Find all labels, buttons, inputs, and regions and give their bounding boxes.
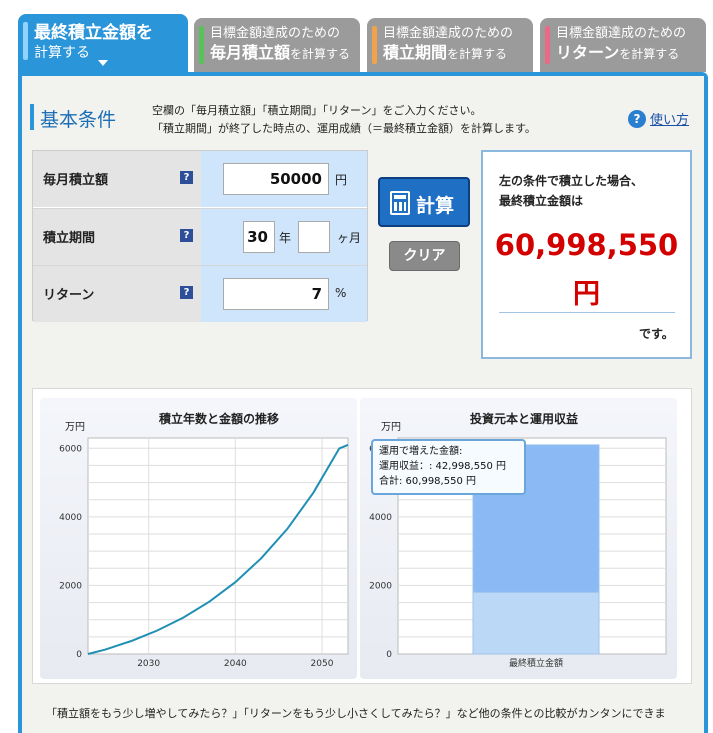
section-description-2: 「積立期間」が終了した時点の、運用成績（＝最終積立金額）を計算します。 [152,122,536,135]
tab-monthly-small: を計算する [290,47,351,61]
tab-period-line1: 目標金額達成のための [383,26,514,41]
calculate-button[interactable]: 計算 [378,177,470,227]
tooltip-line-2: 合計: 60,998,550 円 [379,476,476,487]
help-link-label[interactable]: 使い方 [650,109,689,128]
value-cell: 50000 円 [201,151,367,207]
result-intro-1: 左の条件で積立した場合、 [499,174,644,188]
period-years-input[interactable]: 30 [243,221,275,253]
tab-monthly-big: 毎月積立額 [210,43,291,62]
tab-monthly-line1: 目標金額達成のための [210,26,341,41]
help-link[interactable]: ? 使い方 [628,109,689,128]
final-amount-value: 60,998,550 [494,228,679,262]
months-unit: ヶ月 [337,231,362,245]
result-intro-2: 最終積立金額は [499,194,584,208]
calculate-button-label: 計算 [416,195,455,217]
line-chart-title: 積立年数と金額の推移 [159,412,280,426]
clear-button[interactable]: クリア [389,241,460,271]
label-cell: リターン ? [33,266,201,322]
tab-accent-bar [199,26,204,64]
tab-accent-bar [372,26,377,64]
section-description-1: 空欄の「毎月積立額」「積立期間」「リターン」をご入力ください。 [152,104,482,117]
monthly-amount-input[interactable]: 50000 [223,163,329,195]
tab-return-line1: 目標金額達成のための [556,26,687,41]
tooltip-line-1: 運用収益：: 42,998,550 円 [379,461,506,472]
calculator-tabs: 最終積立金額を 計算する 目標金額達成のための 毎月積立額を計算する 目標金額達… [18,14,708,72]
chart-tooltip: 運用で増えた金額: 運用収益：: 42,998,550 円 合計: 60,998… [371,439,526,495]
tab-return-small: を計算する [619,47,680,61]
period-months-input[interactable] [298,221,330,253]
footer-text: 「積立額をもう少し増やしてみたら？」「リターンをもう少し小さくしてみたら？」など… [46,707,666,720]
input-form: 毎月積立額 ? 50000 円 積立期間 ? 30 年 ヶ月 リターン ? 7 … [32,150,368,322]
question-icon[interactable]: ? [180,286,193,299]
tab-return-big: リターン [556,43,620,62]
section-accent-bar [30,104,34,130]
tab-final-amount-line2: 計算する [34,45,90,61]
tab-final-amount-line1: 最終積立金額を [34,23,153,43]
years-unit: 年 [279,231,292,245]
value-cell: 7 % [201,266,367,322]
row-monthly-amount: 毎月積立額 ? 50000 円 [33,151,367,208]
line-chart-unit: 万円 [65,422,85,433]
result-panel: 左の条件で積立した場合、 最終積立金額は 60,998,550 円 です。 [481,150,692,359]
period-label: 積立期間 [43,231,96,246]
monthly-amount-label: 毎月積立額 [43,173,109,188]
caret-down-icon [98,60,108,66]
line-chart-container [40,398,357,679]
bar-chart-unit: 万円 [381,422,401,433]
value-cell: 30 年 ヶ月 [201,209,367,265]
yen-unit: 円 [335,173,348,187]
tab-period[interactable]: 目標金額達成のための 積立期間を計算する [367,18,533,72]
tab-accent-bar [545,26,550,64]
label-cell: 積立期間 ? [33,209,201,265]
tooltip-title: 運用で増えた金額: [379,446,463,457]
result-suffix: です。 [639,327,674,341]
calculator-icon [390,191,410,215]
help-icon: ? [628,109,646,128]
row-return: リターン ? 7 % [33,265,367,322]
tab-accent-bar [23,22,28,60]
result-divider [499,312,675,313]
row-period: 積立期間 ? 30 年 ヶ月 [33,208,367,265]
tab-final-amount[interactable]: 最終積立金額を 計算する [18,14,188,72]
tab-period-big: 積立期間 [383,43,448,62]
final-amount-yen: 円 [573,279,600,310]
percent-unit: % [335,286,347,300]
return-label: リターン [43,288,95,303]
bar-chart-title: 投資元本と運用収益 [470,412,579,426]
question-icon[interactable]: ? [180,229,193,242]
label-cell: 毎月積立額 ? [33,151,201,207]
tab-period-small: を計算する [447,47,508,61]
question-icon[interactable]: ? [180,171,193,184]
return-input[interactable]: 7 [223,278,329,310]
tab-return[interactable]: 目標金額達成のための リターンを計算する [540,18,706,72]
section-title: 基本条件 [40,109,117,131]
tab-monthly-amount[interactable]: 目標金額達成のための 毎月積立額を計算する [194,18,360,72]
